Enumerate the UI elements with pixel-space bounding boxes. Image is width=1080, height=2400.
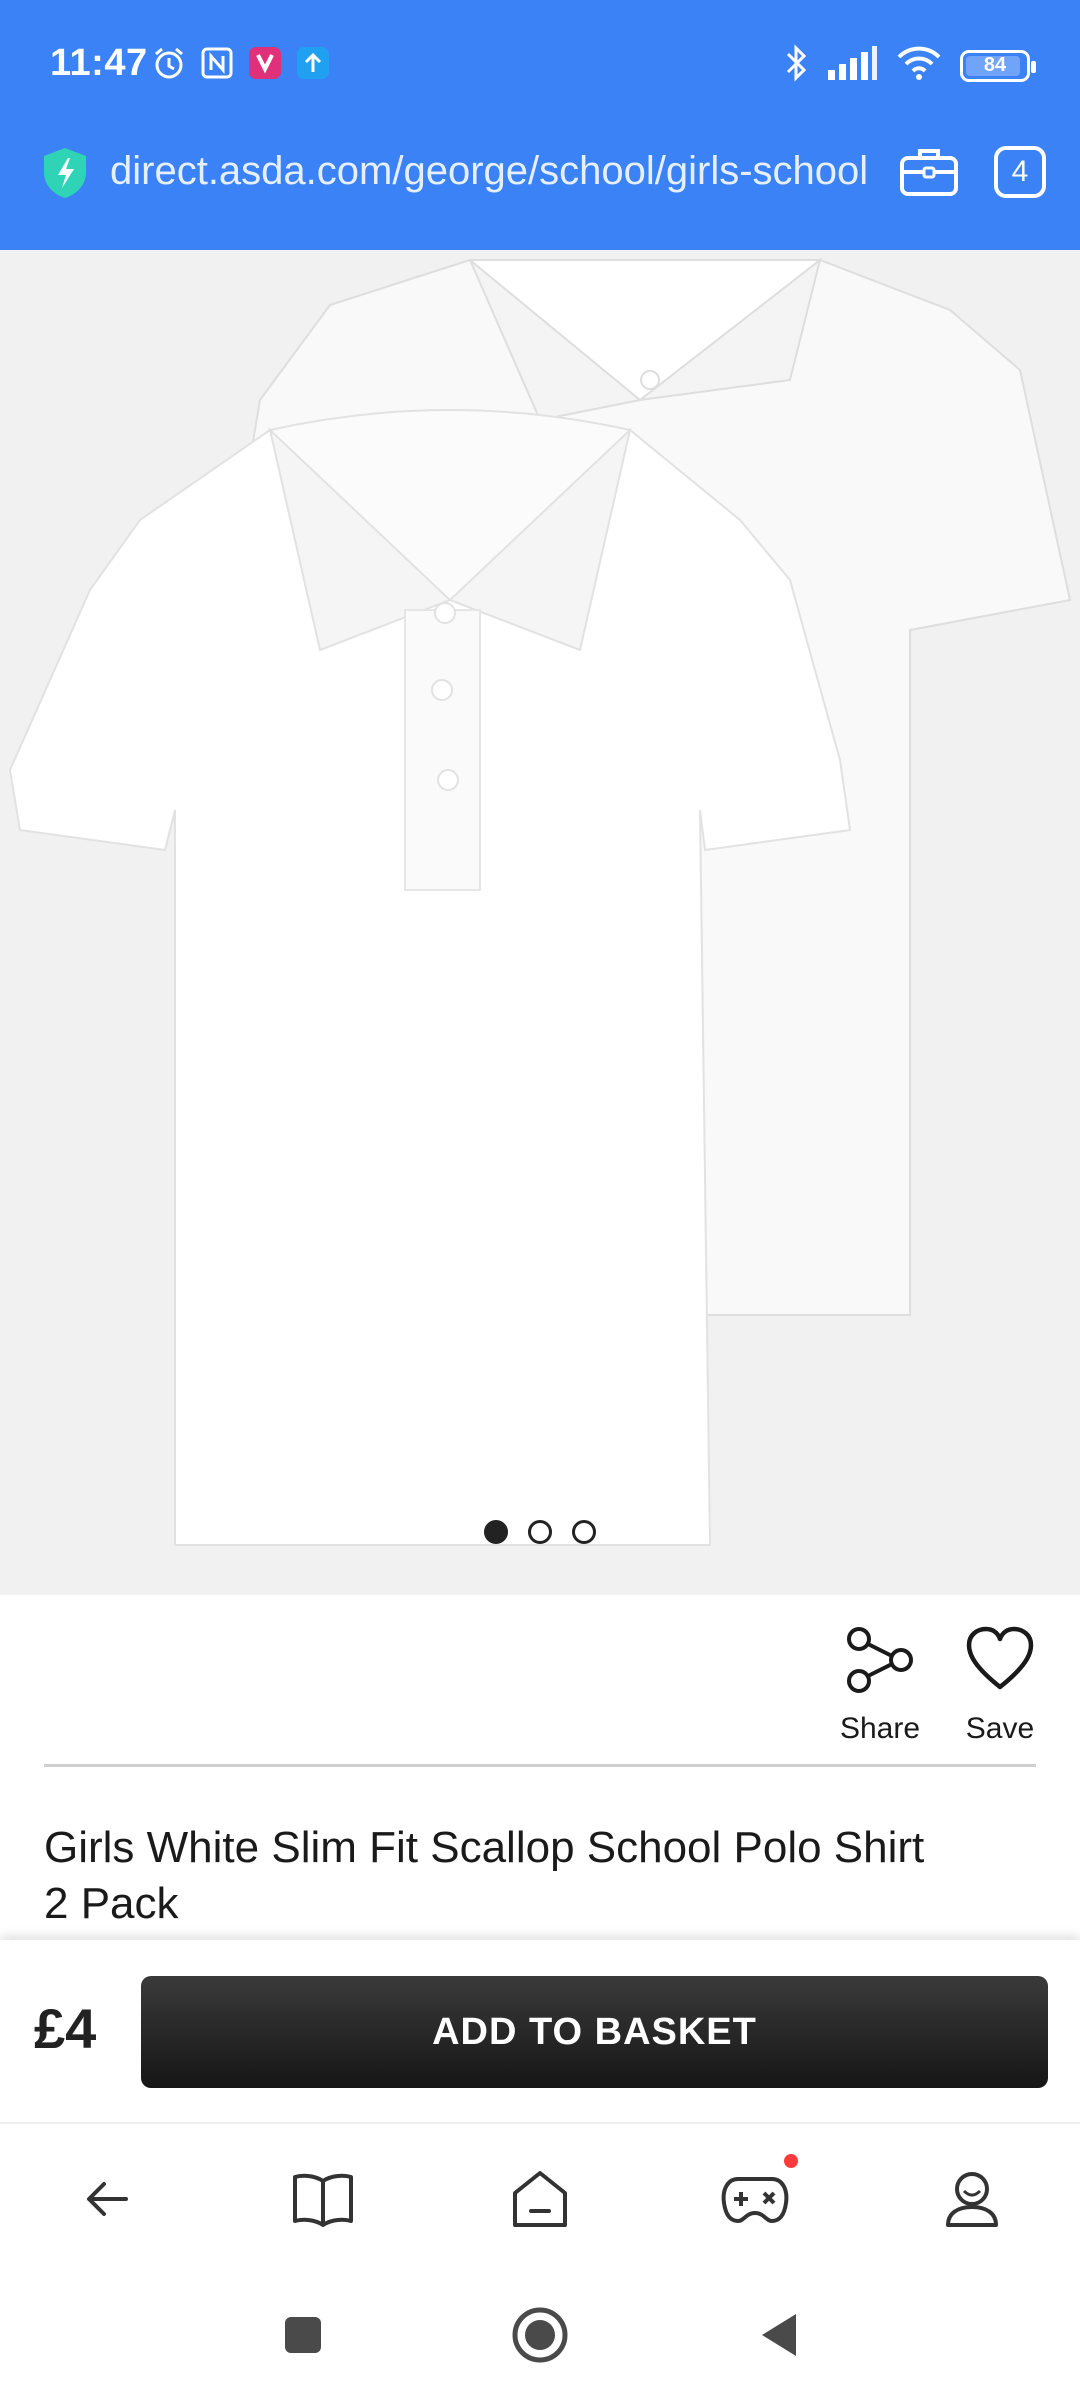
- heart-icon: [965, 1625, 1035, 1700]
- wifi-icon: [896, 45, 942, 86]
- status-notification-icons: [152, 46, 330, 80]
- system-home-icon[interactable]: [507, 2302, 573, 2368]
- product-actions: Share Save: [0, 1595, 1080, 1765]
- profile-icon[interactable]: [937, 2164, 1007, 2234]
- share-button[interactable]: Share: [820, 1625, 940, 1746]
- briefcase-icon[interactable]: [898, 144, 960, 200]
- product-image[interactable]: [0, 250, 1080, 1595]
- back-icon[interactable]: [72, 2164, 142, 2234]
- battery-level: 84: [983, 54, 1007, 76]
- system-back-icon[interactable]: [745, 2302, 811, 2368]
- secure-shield-icon[interactable]: [40, 146, 90, 200]
- add-to-basket-button[interactable]: ADD TO BASKET: [141, 1976, 1048, 2088]
- basket-bar: £4 ADD TO BASKET: [0, 1940, 1080, 2122]
- bluetooth-icon: [784, 44, 808, 87]
- carousel-indicator: [0, 1520, 1080, 1544]
- section-divider: [44, 1764, 1036, 1767]
- book-icon[interactable]: [288, 2164, 358, 2234]
- carousel-dot[interactable]: [572, 1520, 596, 1544]
- app-notification-icon: [248, 46, 282, 80]
- browser-bottom-nav: [0, 2122, 1080, 2272]
- polo-shirts-illustration: [8, 257, 1072, 1546]
- signal-icon: [826, 46, 878, 85]
- status-time: 11:47: [50, 42, 148, 84]
- product-price: £4: [34, 1997, 97, 2060]
- status-bar: 11:47 84: [0, 0, 1080, 130]
- games-icon[interactable]: [720, 2154, 798, 2234]
- nfc-icon: [200, 46, 234, 80]
- share-icon: [845, 1625, 915, 1700]
- carousel-dot[interactable]: [484, 1520, 508, 1544]
- upload-icon: [296, 46, 330, 80]
- battery-icon: 84: [960, 49, 1036, 82]
- tab-count-button[interactable]: 4: [994, 146, 1046, 198]
- save-label: Save: [965, 1712, 1035, 1745]
- alarm-icon: [152, 46, 186, 80]
- product-title: Girls White Slim Fit Scallop School Polo…: [44, 1823, 925, 1928]
- url-bar[interactable]: direct.asda.com/george/school/girls-scho…: [0, 130, 1080, 230]
- home-icon[interactable]: [505, 2164, 575, 2234]
- url-text[interactable]: direct.asda.com/george/school/girls-scho…: [110, 146, 870, 196]
- save-button[interactable]: Save: [940, 1625, 1060, 1746]
- recents-icon[interactable]: [270, 2302, 336, 2368]
- carousel-dot[interactable]: [528, 1520, 552, 1544]
- status-system-icons: 84: [784, 44, 1036, 87]
- browser-chrome: 11:47 84 direct.asda.com/george/school/g…: [0, 0, 1080, 250]
- system-nav-bar: [0, 2272, 1080, 2400]
- share-label: Share: [839, 1712, 921, 1745]
- notification-dot: [784, 2154, 798, 2168]
